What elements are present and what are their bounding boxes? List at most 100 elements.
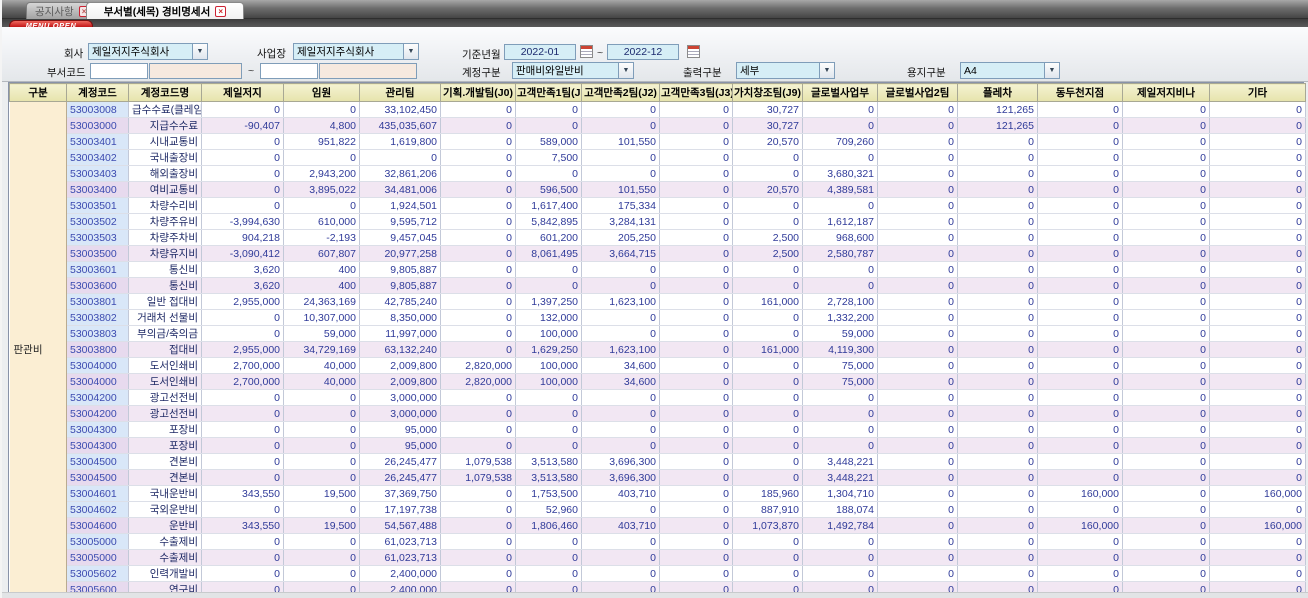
tab-expense-report[interactable]: 부서별(세목) 경비명세서 × <box>86 2 244 19</box>
account-name-cell[interactable]: 여비교통비 <box>128 181 202 198</box>
amount-cell[interactable]: 0 <box>659 405 733 422</box>
amount-cell[interactable]: 3,895,022 <box>283 181 360 198</box>
amount-cell[interactable]: 0 <box>957 453 1038 470</box>
amount-cell[interactable]: 132,000 <box>515 309 582 326</box>
amount-cell[interactable]: 0 <box>659 133 733 150</box>
amount-cell[interactable]: 1,617,400 <box>515 197 582 214</box>
account-code-cell[interactable]: 53003403 <box>66 165 129 182</box>
amount-cell[interactable]: 0 <box>581 165 660 182</box>
account-name-cell[interactable]: 광고선전비 <box>128 389 202 406</box>
account-code-cell[interactable]: 53004200 <box>66 389 129 406</box>
amount-cell[interactable]: 0 <box>1209 181 1306 198</box>
amount-cell[interactable]: 63,132,240 <box>359 341 441 358</box>
amount-cell[interactable]: 1,623,100 <box>581 293 660 310</box>
amount-cell[interactable]: 4,389,581 <box>802 181 878 198</box>
amount-cell[interactable]: 968,600 <box>802 229 878 246</box>
account-code-cell[interactable]: 53004000 <box>66 357 129 374</box>
amount-cell[interactable]: 0 <box>1122 373 1210 390</box>
amount-cell[interactable]: 0 <box>440 501 516 518</box>
amount-cell[interactable]: 0 <box>802 149 878 166</box>
amount-cell[interactable]: 0 <box>440 485 516 502</box>
amount-cell[interactable]: 0 <box>581 277 660 294</box>
amount-cell[interactable]: 0 <box>957 325 1038 342</box>
amount-cell[interactable]: 100,000 <box>515 325 582 342</box>
amount-cell[interactable]: 121,265 <box>957 117 1038 134</box>
amount-cell[interactable]: 0 <box>1037 325 1123 342</box>
amount-cell[interactable]: 400 <box>283 261 360 278</box>
amount-cell[interactable]: 0 <box>283 421 360 438</box>
account-type-select[interactable]: 판매비와일반비 ▼ <box>512 62 634 79</box>
amount-cell[interactable]: 607,807 <box>283 245 360 262</box>
amount-cell[interactable]: 0 <box>515 117 582 134</box>
amount-cell[interactable]: 0 <box>440 405 516 422</box>
amount-cell[interactable]: 0 <box>732 533 803 550</box>
amount-cell[interactable]: 0 <box>802 197 878 214</box>
amount-cell[interactable]: 175,334 <box>581 197 660 214</box>
amount-cell[interactable]: 0 <box>1209 373 1306 390</box>
amount-cell[interactable]: 0 <box>659 261 733 278</box>
amount-cell[interactable]: 0 <box>440 437 516 454</box>
account-code-cell[interactable]: 53005602 <box>66 565 129 582</box>
amount-cell[interactable]: 0 <box>659 277 733 294</box>
amount-cell[interactable]: 0 <box>201 533 284 550</box>
account-code-cell[interactable]: 53005000 <box>66 549 129 566</box>
amount-cell[interactable]: 0 <box>659 533 733 550</box>
amount-cell[interactable]: 59,000 <box>283 325 360 342</box>
amount-cell[interactable]: 2,009,800 <box>359 357 441 374</box>
amount-cell[interactable]: 0 <box>440 197 516 214</box>
account-name-cell[interactable]: 해외출장비 <box>128 165 202 182</box>
account-name-cell[interactable]: 급수수료(클레임) <box>128 101 202 118</box>
amount-cell[interactable]: 0 <box>201 405 284 422</box>
amount-cell[interactable]: 0 <box>1122 213 1210 230</box>
group-cell[interactable]: 판관비 <box>9 101 67 598</box>
account-code-cell[interactable]: 53003500 <box>66 245 129 262</box>
amount-cell[interactable]: 0 <box>877 261 958 278</box>
account-name-cell[interactable]: 통신비 <box>128 277 202 294</box>
amount-cell[interactable]: 0 <box>732 421 803 438</box>
amount-cell[interactable]: 0 <box>1037 165 1123 182</box>
amount-cell[interactable]: 0 <box>1209 197 1306 214</box>
amount-cell[interactable]: 2,820,000 <box>440 357 516 374</box>
amount-cell[interactable]: 0 <box>659 389 733 406</box>
amount-cell[interactable]: 0 <box>659 421 733 438</box>
amount-cell[interactable]: 0 <box>957 533 1038 550</box>
amount-cell[interactable]: 0 <box>802 421 878 438</box>
amount-cell[interactable]: 0 <box>1037 533 1123 550</box>
amount-cell[interactable]: 0 <box>1037 293 1123 310</box>
company-select[interactable]: 제일저지주식회사 ▼ <box>88 43 208 60</box>
account-code-cell[interactable]: 53005000 <box>66 533 129 550</box>
amount-cell[interactable]: 0 <box>201 453 284 470</box>
amount-cell[interactable]: 0 <box>201 389 284 406</box>
amount-cell[interactable]: 0 <box>659 309 733 326</box>
amount-cell[interactable]: 8,350,000 <box>359 309 441 326</box>
amount-cell[interactable]: 0 <box>957 293 1038 310</box>
amount-cell[interactable]: 0 <box>1122 485 1210 502</box>
amount-cell[interactable]: 7,500 <box>515 149 582 166</box>
amount-cell[interactable]: 0 <box>732 389 803 406</box>
amount-cell[interactable]: 75,000 <box>802 357 878 374</box>
amount-cell[interactable]: 3,000,000 <box>359 405 441 422</box>
amount-cell[interactable]: 400 <box>283 277 360 294</box>
amount-cell[interactable]: 20,977,258 <box>359 245 441 262</box>
amount-cell[interactable]: 0 <box>1209 229 1306 246</box>
amount-cell[interactable]: 0 <box>1209 389 1306 406</box>
amount-cell[interactable]: 0 <box>877 373 958 390</box>
amount-cell[interactable]: 2,500 <box>732 245 803 262</box>
amount-cell[interactable]: 11,997,000 <box>359 325 441 342</box>
chevron-down-icon[interactable]: ▼ <box>618 63 633 78</box>
amount-cell[interactable]: 61,023,713 <box>359 549 441 566</box>
account-code-cell[interactable]: 53003502 <box>66 213 129 230</box>
amount-cell[interactable]: 0 <box>440 133 516 150</box>
amount-cell[interactable]: 0 <box>659 485 733 502</box>
amount-cell[interactable]: 0 <box>877 277 958 294</box>
account-code-cell[interactable]: 53003401 <box>66 133 129 150</box>
amount-cell[interactable]: 596,500 <box>515 181 582 198</box>
amount-cell[interactable]: 0 <box>283 453 360 470</box>
account-name-cell[interactable]: 도서인쇄비 <box>128 357 202 374</box>
amount-cell[interactable]: 0 <box>957 565 1038 582</box>
amount-cell[interactable]: 0 <box>1122 277 1210 294</box>
amount-cell[interactable]: 0 <box>1209 309 1306 326</box>
amount-cell[interactable]: 1,073,870 <box>732 517 803 534</box>
amount-cell[interactable]: 1,332,200 <box>802 309 878 326</box>
amount-cell[interactable]: 0 <box>581 405 660 422</box>
